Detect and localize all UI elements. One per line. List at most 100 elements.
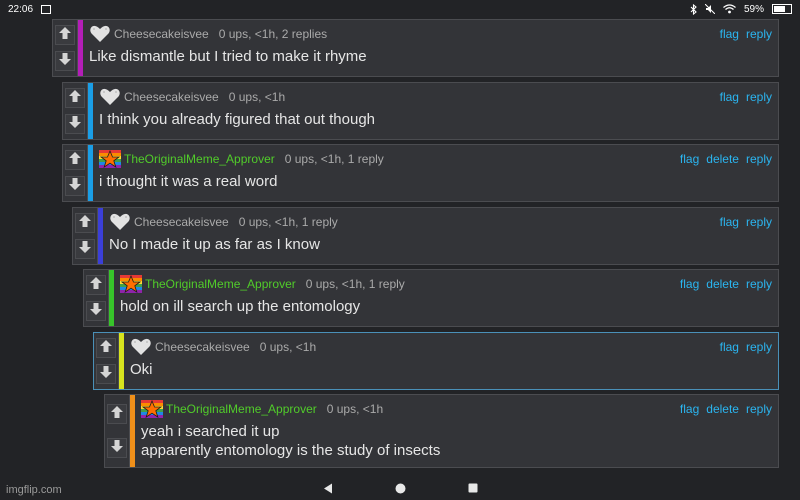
delete-link[interactable]: delete [706,402,739,416]
downvote-button[interactable] [55,51,75,71]
comment-text: hold on ill search up the entomology [120,297,772,316]
home-icon[interactable] [395,483,406,494]
reply-link[interactable]: reply [746,152,772,166]
username-link[interactable]: Cheesecakeisvee [134,215,229,229]
upvote-button[interactable] [55,25,75,45]
comment-text: Like dismantle but I tried to make it rh… [89,47,772,66]
downvote-button[interactable] [65,176,85,196]
arrow-up-icon [99,339,113,358]
comment-actions: flag delete reply [680,277,772,291]
flag-link[interactable]: flag [680,402,699,416]
comment-meta: TheOriginalMeme_Approver 0 ups, <1h, 1 re… [99,150,772,168]
flag-link[interactable]: flag [680,152,699,166]
upvote-button[interactable] [96,338,116,358]
star-avatar[interactable] [99,150,121,168]
comment-stats: 0 ups, <1h [228,90,286,104]
delete-link[interactable]: delete [706,152,739,166]
username-link[interactable]: Cheesecakeisvee [124,90,219,104]
upvote-button[interactable] [65,150,85,170]
comment-text-line: I think you already figured that out tho… [99,111,376,128]
comment-text: i thought it was a real word [99,172,772,191]
comment-card: TheOriginalMeme_Approver 0 ups, <1h, 1 re… [62,144,779,202]
downvote-button[interactable] [65,114,85,134]
status-bar: 22:06 59% [0,0,800,18]
comment-stats: 0 ups, <1h, 1 reply [238,215,338,229]
vote-controls [63,83,88,139]
comment-text: Oki [130,360,772,379]
vote-controls [94,333,119,389]
comment-text-line: hold on ill search up the entomology [120,298,361,315]
back-icon[interactable] [323,483,333,494]
reply-link[interactable]: reply [746,90,772,104]
comment-text-line: No I made it up as far as I know [109,236,320,253]
comment-actions: flag reply [720,215,772,229]
comment-body: TheOriginalMeme_Approver 0 ups, <1h flag de… [135,395,778,467]
downvote-button[interactable] [86,301,106,321]
flag-link[interactable]: flag [680,277,699,291]
upvote-button[interactable] [86,275,106,295]
heart-avatar[interactable] [99,88,121,106]
wifi-icon [723,4,736,14]
username-link[interactable]: TheOriginalMeme_Approver [145,277,296,291]
comment-text-line: Like dismantle but I tried to make it rh… [89,48,367,65]
heart-avatar[interactable] [130,338,152,356]
downvote-button[interactable] [96,364,116,384]
mute-icon [704,4,715,14]
arrow-down-icon [99,365,113,384]
flag-link[interactable]: flag [720,340,739,354]
recents-icon[interactable] [468,483,478,493]
reply-link[interactable]: reply [746,402,772,416]
arrow-down-icon [89,302,103,321]
comment-body: Cheesecakeisvee 0 ups, <1h, 2 replies flag… [83,20,778,76]
arrow-up-icon [68,151,82,170]
heart-avatar[interactable] [109,213,131,231]
comment-stats: 0 ups, <1h, 1 reply [305,277,405,291]
username-link[interactable]: Cheesecakeisvee [114,27,209,41]
comment-stats: 0 ups, <1h [259,340,317,354]
reply-link[interactable]: reply [746,277,772,291]
arrow-down-icon [68,177,82,196]
navigation-bar [0,476,800,500]
comment-stats: 0 ups, <1h, 1 reply [284,152,384,166]
flag-link[interactable]: flag [720,90,739,104]
reply-link[interactable]: reply [746,340,772,354]
username-link[interactable]: Cheesecakeisvee [155,340,250,354]
comment-body: Cheesecakeisvee 0 ups, <1h, 1 reply flag re… [103,208,778,264]
arrow-up-icon [68,89,82,108]
delete-link[interactable]: delete [706,277,739,291]
arrow-down-icon [68,115,82,134]
arrow-up-icon [110,405,124,424]
vote-controls [73,208,98,264]
heart-avatar[interactable] [89,25,111,43]
watermark: imgflip.com [6,484,62,496]
comment-text-line: apparently entomology is the study of in… [141,442,441,459]
upvote-button[interactable] [107,404,127,424]
arrow-up-icon [58,26,72,45]
bluetooth-icon [690,3,697,15]
upvote-button[interactable] [65,88,85,108]
vote-controls [53,20,78,76]
battery-icon [772,4,792,14]
status-time: 22:06 [8,3,34,15]
username-link[interactable]: TheOriginalMeme_Approver [124,152,275,166]
comment-stats: 0 ups, <1h, 2 replies [218,27,328,41]
downvote-button[interactable] [75,239,95,259]
reply-link[interactable]: reply [746,27,772,41]
battery-percent: 59% [743,3,764,15]
comment-body: Cheesecakeisvee 0 ups, <1h flag reply I thin… [93,83,778,139]
star-avatar[interactable] [120,275,142,293]
comment-stats: 0 ups, <1h [326,402,384,416]
arrow-up-icon [89,276,103,295]
watermark-text: imgflip.com [6,484,62,496]
star-avatar[interactable] [141,400,163,418]
image-icon [41,4,52,14]
comment-meta: Cheesecakeisvee 0 ups, <1h flag reply [130,338,772,356]
comment-actions: flag reply [720,90,772,104]
downvote-button[interactable] [107,438,127,458]
upvote-button[interactable] [75,213,95,233]
username-link[interactable]: TheOriginalMeme_Approver [166,402,317,416]
comment-text-line: i thought it was a real word [99,173,278,190]
reply-link[interactable]: reply [746,215,772,229]
flag-link[interactable]: flag [720,215,739,229]
flag-link[interactable]: flag [720,27,739,41]
